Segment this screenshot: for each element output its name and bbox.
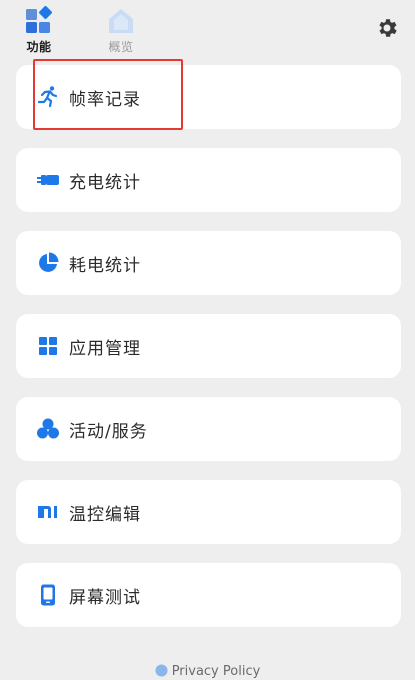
charger-plug-icon (35, 167, 61, 193)
menu-item-power-stats[interactable]: 耗电统计 (16, 231, 401, 295)
menu-item-frame-rate-record[interactable]: 帧率记录 (16, 65, 401, 129)
menu-item-label: 充电统计 (69, 172, 141, 193)
menu-item-label: 应用管理 (69, 338, 141, 359)
apps-grid-icon (35, 333, 61, 359)
menu-item-label: 温控编辑 (69, 504, 141, 525)
pie-chart-icon (35, 250, 61, 276)
menu-item-app-management[interactable]: 应用管理 (16, 314, 401, 378)
tab-overview-label: 概览 (108, 40, 134, 54)
tab-overview[interactable]: 概览 (95, 6, 147, 56)
menu-item-label: 屏幕测试 (69, 587, 141, 608)
feature-list: 帧率记录 充电统计 耗电统计 应用管理 活动/服务 温控编辑 屏幕测试 (16, 65, 401, 646)
app-screen: 功能 概览 帧率记录 充电统计 耗电统计 应用管理 活动/服务 温控编辑 屏幕测… (0, 0, 415, 680)
menu-item-label: 帧率记录 (69, 89, 141, 110)
menu-item-activity-service[interactable]: 活动/服务 (16, 397, 401, 461)
tab-features-label: 功能 (26, 40, 52, 54)
menu-item-charging-stats[interactable]: 充电统计 (16, 148, 401, 212)
running-person-icon (35, 84, 61, 110)
menu-item-screen-test[interactable]: 屏幕测试 (16, 563, 401, 627)
home-icon (109, 9, 133, 33)
top-bar: 功能 概览 (0, 0, 415, 60)
mi-logo-icon (35, 499, 61, 525)
circles-icon (35, 416, 61, 442)
globe-icon (155, 664, 168, 677)
menu-item-label: 耗电统计 (69, 255, 141, 276)
tab-features[interactable]: 功能 (13, 6, 65, 56)
phone-screen-icon (35, 582, 61, 608)
menu-item-thermal-edit[interactable]: 温控编辑 (16, 480, 401, 544)
privacy-policy-link[interactable]: Privacy Policy (0, 664, 415, 679)
menu-item-label: 活动/服务 (69, 421, 148, 442)
privacy-policy-label: Privacy Policy (171, 664, 261, 679)
grid-diamond-icon (26, 6, 52, 33)
gear-icon[interactable] (375, 16, 399, 40)
